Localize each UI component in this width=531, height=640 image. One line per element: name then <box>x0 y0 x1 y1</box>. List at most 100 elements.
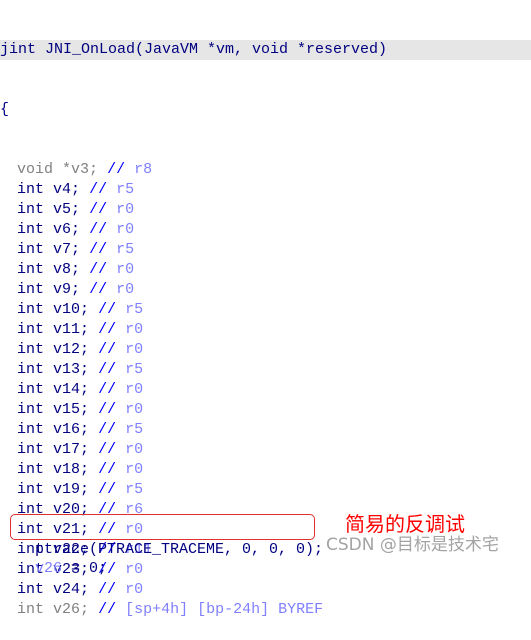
type-keyword: int <box>17 181 45 198</box>
type-keyword: int <box>17 241 45 258</box>
register-location: r5 <box>116 181 135 198</box>
variable-name[interactable]: v7; <box>53 241 80 258</box>
type-keyword: int <box>17 581 45 598</box>
variable-name[interactable]: *v3; <box>62 161 98 178</box>
declaration-line[interactable]: int v16; // r5 <box>0 420 531 440</box>
declaration-line[interactable]: int v9; // r0 <box>0 280 531 300</box>
variable-name[interactable]: v26; <box>53 601 89 618</box>
declaration-line[interactable]: int v7; // r5 <box>0 240 531 260</box>
comment-marker: // <box>98 441 117 458</box>
variable-name[interactable]: v12; <box>53 341 89 358</box>
declaration-line[interactable]: int v15; // r0 <box>0 400 531 420</box>
comment-marker: // <box>98 341 117 358</box>
register-location: r0 <box>125 461 144 478</box>
comment-marker: // <box>98 381 117 398</box>
type-keyword: int <box>17 361 45 378</box>
register-location: r0 <box>125 561 144 578</box>
comment-marker: // <box>98 361 117 378</box>
variable-name[interactable]: v15; <box>53 401 89 418</box>
register-location: r0 <box>125 441 144 458</box>
register-location: r5 <box>125 361 144 378</box>
register-location: r0 <box>125 401 144 418</box>
declaration-line[interactable]: int v24; // r0 <box>0 580 531 600</box>
declaration-line[interactable]: int v11; // r0 <box>0 320 531 340</box>
type-keyword: int <box>17 201 45 218</box>
variable-name[interactable]: v8; <box>53 261 80 278</box>
variable-name[interactable]: v17; <box>53 441 89 458</box>
comment-marker: // <box>89 181 108 198</box>
comment-marker: // <box>89 261 108 278</box>
register-location: r0 <box>125 341 144 358</box>
type-keyword: int <box>17 441 45 458</box>
comment-marker: // <box>98 481 117 498</box>
assign-value: = 0; <box>62 560 108 577</box>
register-location: [sp+4h] [bp-24h] BYREF <box>125 601 324 618</box>
register-location: r0 <box>116 281 135 298</box>
register-location: r5 <box>125 301 144 318</box>
declaration-line[interactable]: int v14; // r0 <box>0 380 531 400</box>
variable-name[interactable]: v18; <box>53 461 89 478</box>
declaration-line[interactable]: int v8; // r0 <box>0 260 531 280</box>
declaration-line[interactable]: int v17; // r0 <box>0 440 531 460</box>
type-keyword: int <box>17 281 45 298</box>
declaration-line[interactable]: int v19; // r5 <box>0 480 531 500</box>
comment-marker: // <box>98 461 117 478</box>
register-location: r0 <box>116 221 135 238</box>
variable-name[interactable]: v5; <box>53 201 80 218</box>
register-location: r5 <box>125 421 144 438</box>
comment-marker: // <box>98 601 117 618</box>
variable-v26[interactable]: v26 <box>35 560 62 577</box>
variable-name[interactable]: v19; <box>53 481 89 498</box>
variable-name[interactable]: v9; <box>53 281 80 298</box>
register-location: r0 <box>116 261 135 278</box>
variable-name[interactable]: v14; <box>53 381 89 398</box>
comment-marker: // <box>98 581 117 598</box>
assign-statement[interactable]: v26 = 0; <box>17 539 107 579</box>
register-location: r0 <box>116 201 135 218</box>
declaration-line[interactable]: int v5; // r0 <box>0 200 531 220</box>
type-keyword: int <box>17 221 45 238</box>
declaration-line[interactable]: int v10; // r5 <box>0 300 531 320</box>
type-keyword: int <box>17 601 45 618</box>
comment-marker: // <box>98 321 117 338</box>
register-location: r0 <box>125 321 144 338</box>
type-keyword: int <box>17 321 45 338</box>
type-keyword: int <box>17 401 45 418</box>
type-keyword: int <box>17 301 45 318</box>
variable-name[interactable]: v11; <box>53 321 89 338</box>
declaration-line[interactable]: int v13; // r5 <box>0 360 531 380</box>
variable-name[interactable]: v13; <box>53 361 89 378</box>
register-location: r8 <box>134 161 153 178</box>
register-location: r0 <box>125 381 144 398</box>
comment-marker: // <box>98 401 117 418</box>
variable-name[interactable]: v16; <box>53 421 89 438</box>
type-keyword: int <box>17 421 45 438</box>
comment-marker: // <box>107 161 126 178</box>
type-keyword: int <box>17 341 45 358</box>
type-keyword: void <box>17 161 54 178</box>
variable-name[interactable]: v4; <box>53 181 80 198</box>
declaration-line[interactable]: int v12; // r0 <box>0 340 531 360</box>
comment-marker: // <box>89 201 108 218</box>
open-brace: { <box>0 101 10 118</box>
function-signature[interactable]: jint JNI_OnLoad(JavaVM *vm, void *reserv… <box>0 40 531 60</box>
comment-marker: // <box>89 241 108 258</box>
type-keyword: int <box>17 461 45 478</box>
declaration-line[interactable]: int v4; // r5 <box>0 180 531 200</box>
variable-name[interactable]: v10; <box>53 301 89 318</box>
declaration-line[interactable]: int v18; // r0 <box>0 460 531 480</box>
watermark: CSDN @目标是技术宅 <box>326 535 499 555</box>
type-keyword: int <box>17 481 45 498</box>
declaration-line[interactable]: void *v3; // r8 <box>0 160 531 180</box>
register-location: r5 <box>116 241 135 258</box>
declaration-line[interactable]: int v26; // [sp+4h] [bp-24h] BYREF <box>0 600 531 620</box>
comment-marker: // <box>98 301 117 318</box>
comment-marker: // <box>89 221 108 238</box>
comment-marker: // <box>89 281 108 298</box>
variable-name[interactable]: v6; <box>53 221 80 238</box>
type-keyword: int <box>17 261 45 278</box>
variable-name[interactable]: v24; <box>53 581 89 598</box>
comment-marker: // <box>98 421 117 438</box>
type-keyword: int <box>17 381 45 398</box>
declaration-line[interactable]: int v6; // r0 <box>0 220 531 240</box>
